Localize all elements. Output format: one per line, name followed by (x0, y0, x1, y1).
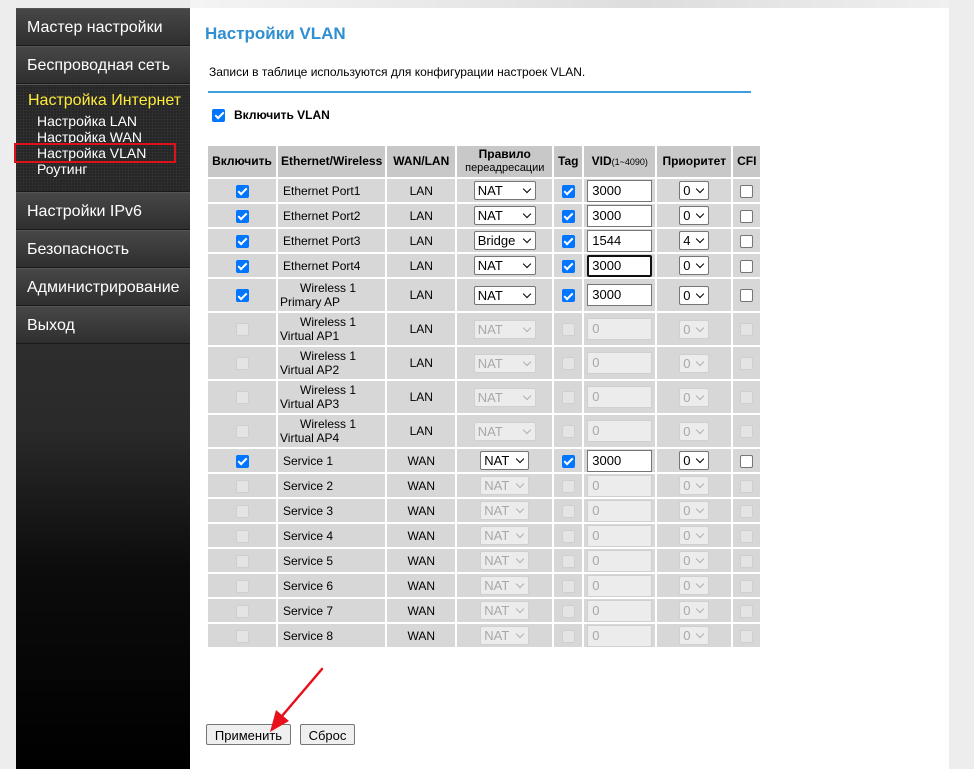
annotation-arrow-layer (270, 667, 324, 732)
sidebar: Мастер настройки Беспроводная сеть Настр… (14, 8, 190, 769)
nav-item-ipv6[interactable]: Настройки IPv6 (16, 192, 190, 230)
nav-group-internet: Настройка Интернет Настройка LAN Настрой… (14, 84, 190, 192)
nav-group-title[interactable]: Настройка Интернет (16, 89, 190, 113)
right-margin (949, 0, 974, 769)
nav-sub-wan[interactable]: Настройка WAN (16, 129, 190, 145)
nav-item-security[interactable]: Безопасность (16, 230, 190, 268)
nav-sub-routing[interactable]: Роутинг (16, 161, 190, 177)
main-content: Настройки VLAN Записи в таблице использу… (190, 8, 949, 769)
left-margin (0, 0, 16, 769)
nav-item-wireless[interactable]: Беспроводная сеть (16, 46, 190, 84)
nav-item-administration[interactable]: Администрирование (16, 268, 190, 306)
top-bar (190, 0, 949, 8)
nav-item-setup-wizard[interactable]: Мастер настройки (16, 8, 190, 46)
red-arrow-icon (270, 667, 324, 732)
nav-item-logout[interactable]: Выход (16, 306, 190, 344)
nav-sub-vlan[interactable]: Настройка VLAN (14, 143, 176, 163)
nav-sub-lan[interactable]: Настройка LAN (16, 113, 190, 129)
